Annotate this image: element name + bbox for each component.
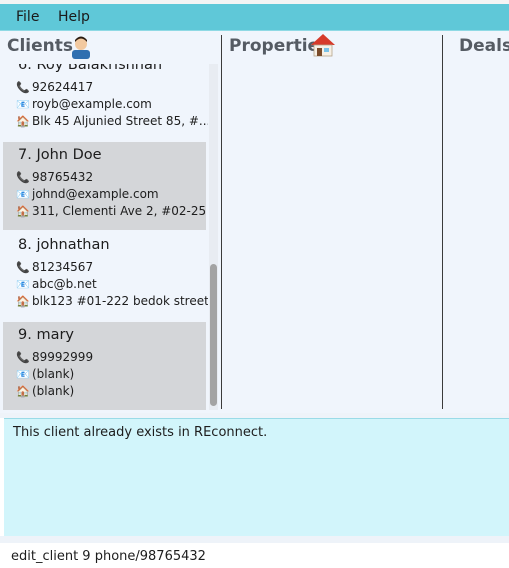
client-address: Blk 45 Aljunied Street 85, #... [32, 114, 208, 128]
home-icon: 🏠 [16, 205, 30, 218]
menu-bar: File Help [0, 4, 509, 31]
email-icon: 📧 [16, 188, 30, 201]
client-address: (blank) [32, 384, 75, 398]
phone-icon: 📞 [16, 81, 30, 94]
client-card[interactable]: 9. mary 📞 89992999 📧 (blank) 🏠 (blank) [3, 322, 206, 410]
client-card[interactable]: 8. johnathan 📞 81234567 📧 abc@b.net 🏠 blk12… [3, 232, 208, 320]
email-icon: 📧 [16, 368, 30, 381]
result-divider [0, 536, 509, 543]
client-email: johnd@example.com [32, 187, 159, 201]
house-icon [311, 34, 335, 57]
email-icon: 📧 [16, 278, 30, 291]
help-menu[interactable]: Help [58, 9, 90, 25]
result-message: This client already exists in REconnect. [13, 425, 268, 440]
client-phone: 89992999 [32, 350, 94, 364]
client-card[interactable]: 7. John Doe 📞 98765432 📧 johnd@example.com… [3, 142, 206, 230]
client-email: (blank) [32, 367, 75, 381]
client-name: 8. johnathan [18, 237, 110, 253]
result-display: This client already exists in REconnect. [4, 418, 509, 537]
client-avatar-icon [72, 36, 90, 59]
email-icon: 📧 [16, 98, 30, 111]
client-email: abc@b.net [32, 277, 97, 291]
phone-icon: 📞 [16, 351, 30, 364]
client-phone: 98765432 [32, 170, 94, 184]
phone-icon: 📞 [16, 261, 30, 274]
client-email: royb@example.com [32, 97, 152, 111]
client-name: 9. mary [18, 327, 74, 343]
client-name: 6. Roy Balakrishnan [18, 64, 163, 73]
home-icon: 🏠 [16, 295, 30, 308]
scrollbar-thumb[interactable] [210, 264, 217, 406]
client-address: 311, Clementi Ave 2, #02-25 [32, 204, 207, 218]
home-icon: 🏠 [16, 115, 30, 128]
file-menu[interactable]: File [16, 9, 39, 25]
client-phone: 92624417 [32, 80, 94, 94]
main-panels: Clients Properties Deals 6. Roy Balakris… [0, 31, 509, 413]
client-address: blk123 #01-222 bedok street [32, 294, 208, 308]
client-list-scrollbar[interactable] [209, 64, 218, 410]
clients-header: Clients [7, 36, 74, 56]
client-list[interactable]: 6. Roy Balakrishnan 📞 92624417 📧 royb@exam… [3, 64, 208, 410]
client-phone: 81234567 [32, 260, 94, 274]
client-card[interactable]: 6. Roy Balakrishnan 📞 92624417 📧 royb@exam… [3, 64, 208, 140]
deals-header: Deals [459, 36, 509, 56]
home-icon: 🏠 [16, 385, 30, 398]
command-input[interactable]: edit_client 9 phone/98765432 [11, 549, 206, 564]
phone-icon: 📞 [16, 171, 30, 184]
client-name: 7. John Doe [18, 147, 102, 163]
clients-properties-divider [221, 35, 222, 409]
properties-deals-divider [442, 35, 443, 409]
command-box[interactable]: edit_client 9 phone/98765432 [4, 543, 509, 568]
